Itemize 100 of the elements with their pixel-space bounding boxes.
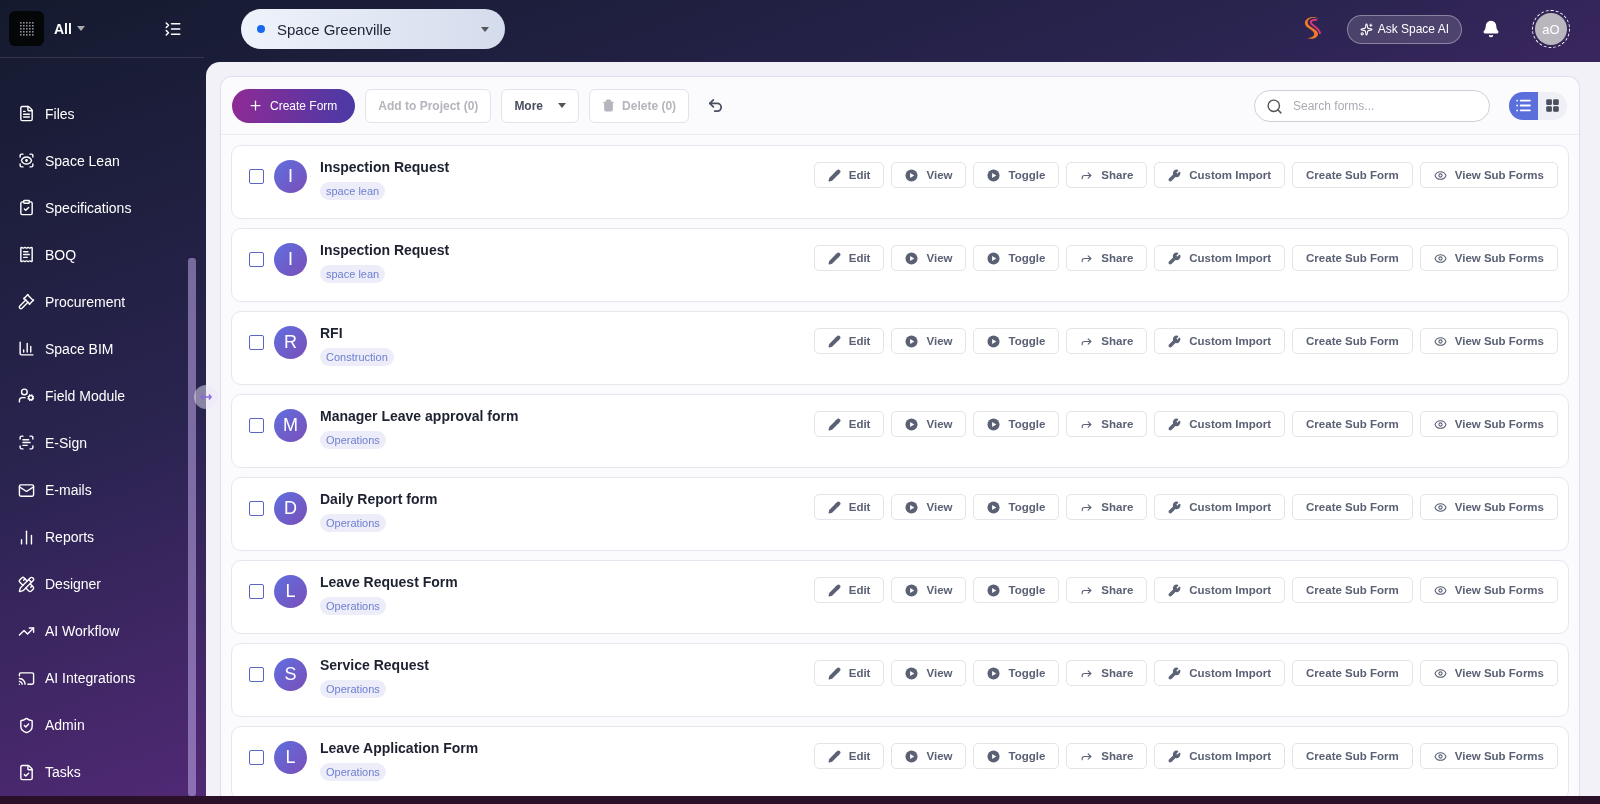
action-button[interactable]: Custom Import: [1154, 328, 1286, 354]
action-button[interactable]: Share: [1066, 328, 1148, 354]
action-button[interactable]: Edit: [813, 411, 885, 437]
action-button[interactable]: Create Sub Form: [1292, 245, 1413, 271]
action-button[interactable]: Edit: [813, 743, 885, 769]
action-button[interactable]: Create Sub Form: [1292, 743, 1413, 769]
action-button[interactable]: Toggle: [973, 245, 1060, 271]
action-button[interactable]: View: [891, 328, 967, 354]
action-button[interactable]: Create Sub Form: [1292, 577, 1413, 603]
sidebar-item[interactable]: Procurement: [18, 278, 188, 326]
row-checkbox[interactable]: [249, 169, 264, 184]
action-button[interactable]: Toggle: [973, 494, 1060, 520]
more-menu-button[interactable]: More: [501, 88, 580, 123]
action-button[interactable]: Share: [1066, 743, 1148, 769]
action-button[interactable]: Create Sub Form: [1292, 494, 1413, 520]
action-button[interactable]: View: [891, 411, 967, 437]
action-button[interactable]: View Sub Forms: [1419, 245, 1558, 271]
sidebar-item[interactable]: Reports: [18, 513, 188, 561]
action-button[interactable]: Share: [1066, 577, 1148, 603]
action-button[interactable]: Custom Import: [1154, 660, 1286, 686]
action-button[interactable]: Create Sub Form: [1292, 162, 1413, 188]
notification-button[interactable]: [1482, 20, 1500, 38]
form-title: RFI: [320, 325, 343, 341]
sidebar-item[interactable]: Specifications: [18, 184, 188, 232]
action-button[interactable]: Share: [1066, 162, 1148, 188]
form-tag: Operations: [320, 514, 386, 532]
action-button[interactable]: View Sub Forms: [1419, 162, 1558, 188]
action-button[interactable]: View Sub Forms: [1419, 577, 1558, 603]
sidebar-item[interactable]: AI Integrations: [18, 654, 188, 702]
sidebar-item[interactable]: BOQ: [18, 231, 188, 279]
cast-icon: [18, 669, 35, 687]
row-checkbox[interactable]: [249, 418, 264, 433]
sidebar-item[interactable]: Space Lean: [18, 137, 188, 185]
list-view-button[interactable]: [1509, 91, 1538, 120]
action-button[interactable]: Custom Import: [1154, 411, 1286, 437]
sidebar-item[interactable]: Space BIM: [18, 325, 188, 373]
search-field[interactable]: Search forms...: [1254, 89, 1490, 122]
action-button[interactable]: Share: [1066, 411, 1148, 437]
sidebar-item[interactable]: Admin: [18, 701, 188, 749]
form-tag: Operations: [320, 680, 386, 698]
action-button[interactable]: View: [891, 743, 967, 769]
action-button[interactable]: Custom Import: [1154, 743, 1286, 769]
action-button[interactable]: Edit: [813, 162, 885, 188]
action-button[interactable]: Create Sub Form: [1292, 411, 1413, 437]
scrollbar-thumb[interactable]: [188, 258, 196, 796]
action-button[interactable]: View: [891, 494, 967, 520]
sidebar-item[interactable]: E-mails: [18, 466, 188, 514]
ask-ai-button[interactable]: Ask Space AI: [1346, 14, 1462, 44]
form-title: Service Request: [320, 657, 429, 673]
action-button[interactable]: View Sub Forms: [1419, 660, 1558, 686]
action-button[interactable]: Toggle: [973, 743, 1060, 769]
sidebar-item[interactable]: AI Workflow: [18, 607, 188, 655]
sidebar-item[interactable]: Files: [18, 90, 188, 138]
action-button[interactable]: Edit: [813, 577, 885, 603]
row-checkbox[interactable]: [249, 252, 264, 267]
undo-icon: [707, 97, 725, 114]
sidebar-item[interactable]: Tasks: [18, 748, 188, 796]
action-button[interactable]: View Sub Forms: [1419, 328, 1558, 354]
action-button[interactable]: View: [891, 245, 967, 271]
menu-collapse-button[interactable]: [164, 19, 182, 38]
sidebar-item[interactable]: E-Sign: [18, 419, 188, 467]
action-button[interactable]: Share: [1066, 660, 1148, 686]
action-button[interactable]: View Sub Forms: [1419, 743, 1558, 769]
project-selector[interactable]: Space Greenville: [241, 9, 505, 49]
action-button[interactable]: Create Sub Form: [1292, 660, 1413, 686]
sidebar-item[interactable]: Designer: [18, 560, 188, 608]
action-button[interactable]: Custom Import: [1154, 577, 1286, 603]
workspace-selector[interactable]: All: [54, 20, 85, 37]
action-button[interactable]: Custom Import: [1154, 245, 1286, 271]
form-title: Leave Request Form: [320, 574, 458, 590]
row-checkbox[interactable]: [249, 335, 264, 350]
action-button[interactable]: Custom Import: [1154, 162, 1286, 188]
action-button[interactable]: Share: [1066, 494, 1148, 520]
app-logo[interactable]: [9, 11, 44, 46]
pencil-icon: [827, 583, 841, 597]
action-button[interactable]: View: [891, 577, 967, 603]
action-button[interactable]: Share: [1066, 245, 1148, 271]
action-button[interactable]: View Sub Forms: [1419, 411, 1558, 437]
action-button[interactable]: Custom Import: [1154, 494, 1286, 520]
play-icon: [987, 500, 1001, 514]
row-checkbox[interactable]: [249, 750, 264, 765]
action-button[interactable]: View: [891, 162, 967, 188]
action-button[interactable]: Toggle: [973, 162, 1060, 188]
action-button[interactable]: Create Sub Form: [1292, 328, 1413, 354]
play-icon: [905, 251, 919, 265]
action-button[interactable]: Toggle: [973, 660, 1060, 686]
action-button[interactable]: Edit: [813, 660, 885, 686]
action-button[interactable]: Edit: [813, 494, 885, 520]
action-button[interactable]: View Sub Forms: [1419, 494, 1558, 520]
action-button[interactable]: Edit: [813, 328, 885, 354]
action-button[interactable]: Toggle: [973, 577, 1060, 603]
sidebar-item[interactable]: Field Module: [18, 372, 188, 420]
action-button[interactable]: Toggle: [973, 328, 1060, 354]
row-checkbox[interactable]: [249, 501, 264, 516]
create-form-button[interactable]: Create Form: [232, 88, 356, 123]
action-button[interactable]: Toggle: [973, 411, 1060, 437]
action-button[interactable]: View: [891, 660, 967, 686]
row-checkbox[interactable]: [249, 667, 264, 682]
action-button[interactable]: Edit: [813, 245, 885, 271]
row-checkbox[interactable]: [249, 584, 264, 599]
